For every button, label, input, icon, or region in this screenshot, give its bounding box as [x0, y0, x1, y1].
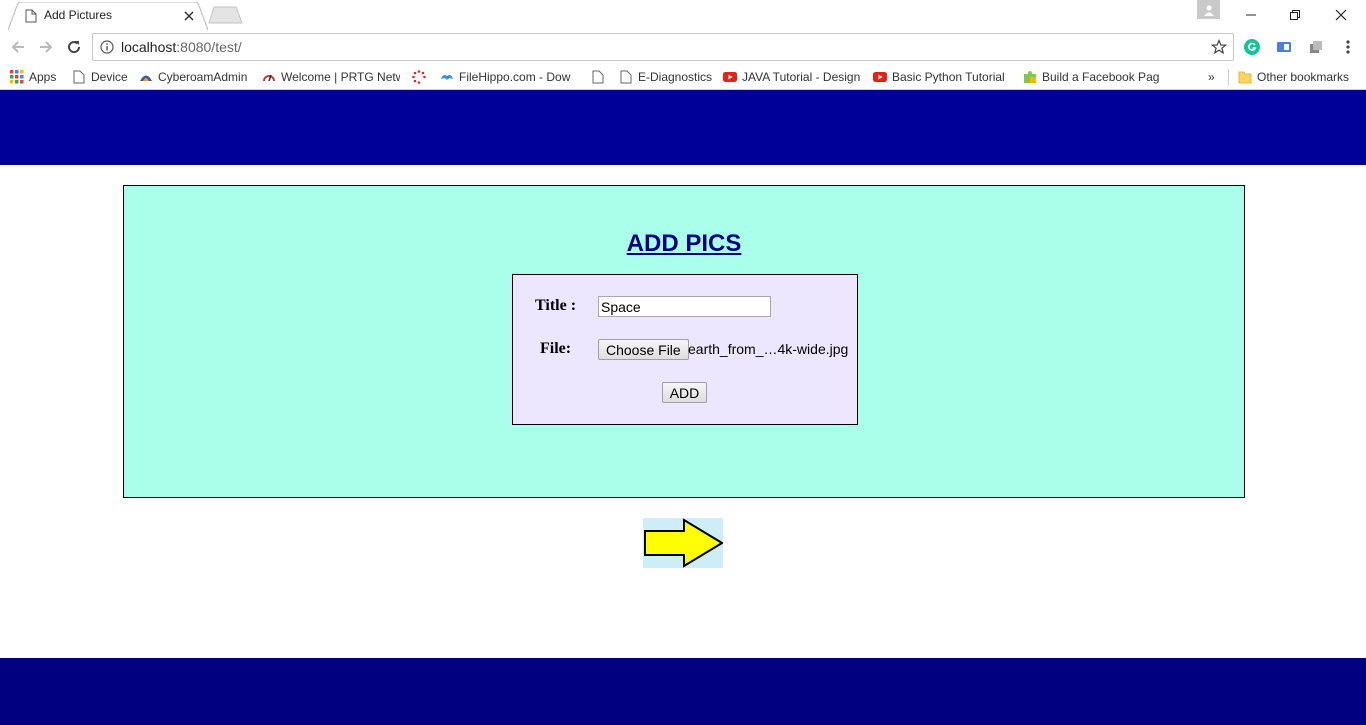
- bookmark-label: CyberoamAdmin: [158, 70, 248, 84]
- spinner-icon: [412, 70, 426, 84]
- bookmark-label: FileHippo.com - Dow: [459, 70, 571, 84]
- bookmarks-divider: [1228, 69, 1229, 85]
- footer-band: [0, 658, 1366, 725]
- tab-title: Add Pictures: [44, 8, 113, 22]
- restore-icon[interactable]: [1272, 0, 1318, 30]
- bookmark-facebook-page[interactable]: Build a Facebook Pag: [1023, 68, 1163, 86]
- bookmark-java-tutorial[interactable]: JAVA Tutorial - Design: [723, 68, 861, 86]
- bookmark-apps[interactable]: Apps: [10, 68, 62, 86]
- bookmarks-bar: Apps Device CyberoamAdmin Welcome | PRTG…: [0, 64, 1366, 90]
- bookmark-prtg[interactable]: Welcome | PRTG Netw: [262, 68, 400, 86]
- info-icon[interactable]: [100, 40, 114, 54]
- selected-file-name: earth_from_…4k-wide.jpg: [688, 341, 849, 357]
- url-text: localhost:8080/test/: [121, 39, 242, 55]
- extension-translate-icon[interactable]: [1276, 39, 1292, 55]
- grammarly-icon[interactable]: [1244, 39, 1260, 55]
- bookmark-label: Build a Facebook Pag: [1042, 70, 1160, 84]
- next-arrow-button[interactable]: [643, 518, 724, 568]
- bookmark-star-icon[interactable]: [1211, 39, 1227, 55]
- puzzle-icon: [1024, 71, 1036, 83]
- bookmark-other[interactable]: Other bookmarks: [1238, 68, 1358, 86]
- menu-kebab-icon[interactable]: [1340, 39, 1356, 55]
- add-button[interactable]: ADD: [662, 382, 707, 403]
- page-icon: [73, 70, 85, 84]
- page-icon: [620, 70, 632, 84]
- page-title: ADD PICS: [626, 230, 742, 257]
- bookmark-spinner[interactable]: [412, 68, 428, 86]
- bookmark-python-tutorial[interactable]: Basic Python Tutorial: [873, 68, 1013, 86]
- chevron-double-right-icon: »: [1208, 70, 1215, 84]
- minimize-icon[interactable]: [1228, 0, 1274, 30]
- header-band: [0, 90, 1366, 165]
- bookmark-cyberoam[interactable]: CyberoamAdmin: [139, 68, 253, 86]
- file-label: File:: [540, 340, 572, 357]
- yellow-right-arrow-icon: [644, 518, 724, 568]
- page-icon: [592, 70, 604, 84]
- choose-file-button[interactable]: Choose File: [598, 339, 689, 360]
- add-pics-panel: ADD PICS Title : File: Choose File earth…: [123, 185, 1245, 498]
- apps-grid-icon: [10, 70, 24, 84]
- title-input[interactable]: [598, 296, 771, 317]
- upload-form: Title : File: Choose File earth_from_…4k…: [512, 274, 858, 425]
- address-bar[interactable]: localhost:8080/test/: [92, 33, 1234, 61]
- bookmark-device[interactable]: Device: [72, 68, 130, 86]
- bookmark-label: Basic Python Tutorial: [892, 70, 1005, 84]
- folder-icon: [1238, 71, 1252, 84]
- url-path: :8080/test/: [176, 39, 242, 55]
- browser-toolbar: localhost:8080/test/: [0, 30, 1366, 64]
- browser-tab[interactable]: Add Pictures: [8, 2, 208, 30]
- bookmark-label: Apps: [29, 70, 57, 84]
- url-host: localhost: [121, 39, 177, 55]
- bookmarks-overflow-button[interactable]: »: [1208, 68, 1220, 86]
- window-close-icon[interactable]: [1318, 0, 1364, 30]
- new-tab-button[interactable]: [208, 6, 244, 24]
- reload-icon[interactable]: [64, 37, 84, 57]
- bookmark-label: E-Diagnostics: [638, 70, 713, 84]
- bookmark-ediagnostics[interactable]: E-Diagnostics: [619, 68, 715, 86]
- cyberoam-icon: [140, 75, 152, 81]
- profile-avatar-icon[interactable]: [1197, 0, 1220, 19]
- bookmark-label: JAVA Tutorial - Design: [742, 70, 861, 84]
- tab-strip: Add Pictures: [0, 0, 1366, 30]
- filehippo-icon: [441, 75, 453, 80]
- prtg-icon: [263, 74, 275, 82]
- close-icon[interactable]: [182, 9, 196, 23]
- bookmark-label: Welcome | PRTG Netw: [281, 70, 400, 84]
- bookmark-label: Device: [91, 70, 128, 84]
- bookmark-page[interactable]: [591, 68, 607, 86]
- page-content: ADD PICS Title : File: Choose File earth…: [0, 90, 1366, 725]
- youtube-icon: [873, 72, 887, 82]
- back-icon[interactable]: [8, 37, 28, 57]
- bookmark-filehippo[interactable]: FileHippo.com - Dow: [440, 68, 578, 86]
- title-label: Title :: [535, 297, 577, 314]
- bookmark-label: Other bookmarks: [1257, 70, 1350, 84]
- extension-icon[interactable]: [1308, 39, 1324, 55]
- forward-icon[interactable]: [36, 37, 56, 57]
- youtube-icon: [723, 72, 737, 82]
- page-icon: [25, 9, 37, 23]
